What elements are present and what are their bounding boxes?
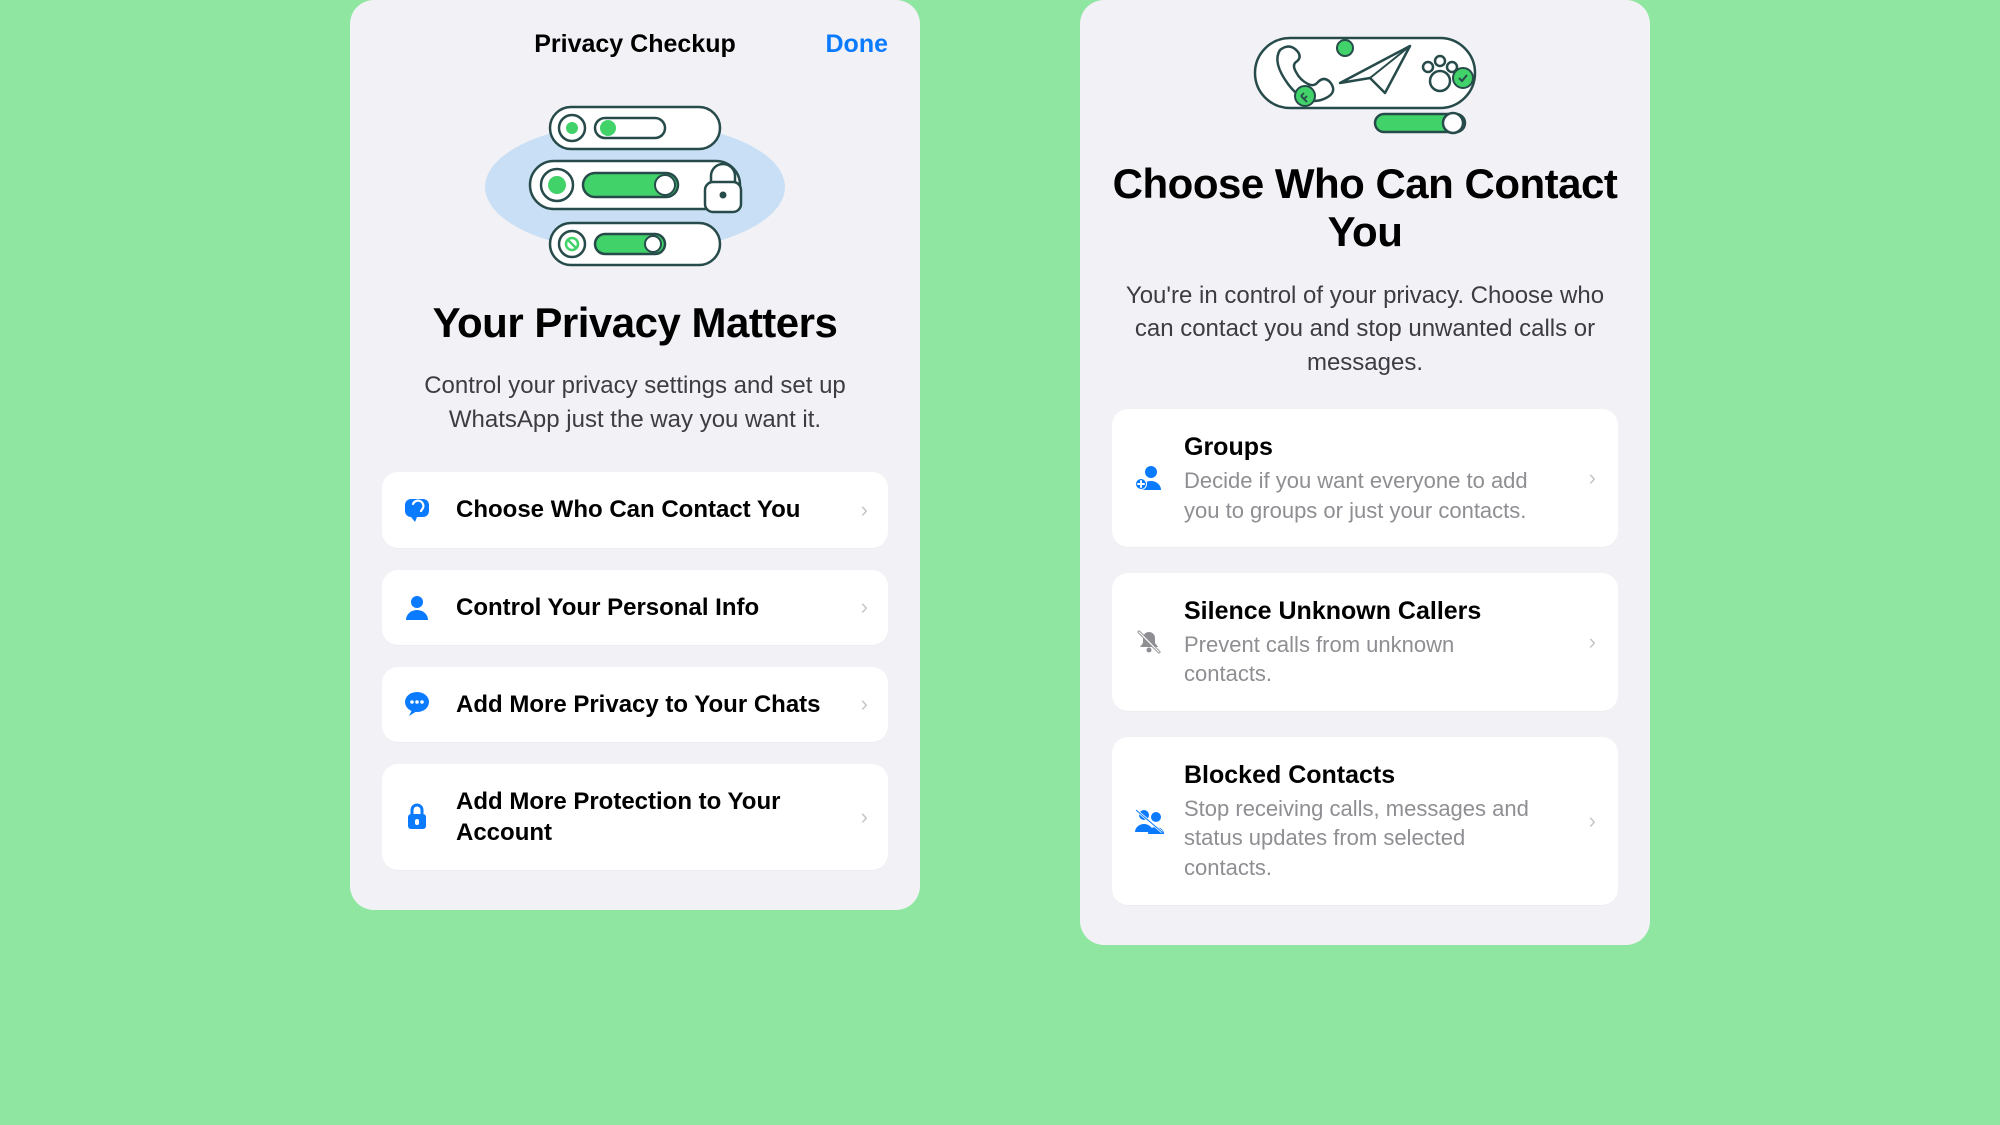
option-desc: Decide if you want everyone to add you t…: [1184, 466, 1544, 525]
done-button[interactable]: Done: [826, 30, 889, 59]
chat-bubble-icon: [402, 689, 432, 719]
page-heading: Choose Who Can Contact You: [1112, 160, 1618, 257]
chevron-right-icon: ›: [1589, 465, 1596, 491]
modal-header: Privacy Checkup Done: [382, 30, 888, 59]
chevron-right-icon: ›: [861, 691, 868, 717]
page-subtitle: You're in control of your privacy. Choos…: [1112, 279, 1618, 380]
option-title: Add More Privacy to Your Chats: [456, 689, 851, 720]
contact-bubble-icon: [402, 495, 432, 525]
option-desc: Stop receiving calls, messages and statu…: [1184, 794, 1544, 883]
header-title: Privacy Checkup: [534, 30, 736, 59]
option-silence-unknown[interactable]: Silence Unknown Callers Prevent calls fr…: [1112, 573, 1618, 711]
chevron-right-icon: ›: [861, 804, 868, 830]
lock-shield-icon: [402, 802, 432, 832]
option-groups[interactable]: Groups Decide if you want everyone to ad…: [1112, 409, 1618, 547]
chevron-right-icon: ›: [861, 594, 868, 620]
option-title: Choose Who Can Contact You: [456, 494, 851, 525]
option-account-protection[interactable]: Add More Protection to Your Account ›: [382, 764, 888, 870]
option-contact-you[interactable]: Choose Who Can Contact You ›: [382, 472, 888, 547]
person-blocked-icon: [1134, 806, 1164, 836]
option-title: Add More Protection to Your Account: [456, 786, 851, 848]
option-title: Silence Unknown Callers: [1184, 595, 1579, 628]
privacy-options-list: Choose Who Can Contact You › Control You…: [382, 472, 888, 870]
contact-options-list: Groups Decide if you want everyone to ad…: [1112, 409, 1618, 904]
option-title: Control Your Personal Info: [456, 592, 851, 623]
bell-slash-icon: [1134, 627, 1164, 657]
option-title: Groups: [1184, 431, 1579, 464]
option-chat-privacy[interactable]: Add More Privacy to Your Chats ›: [382, 667, 888, 742]
privacy-toggles-illustration: [382, 77, 888, 277]
option-personal-info[interactable]: Control Your Personal Info ›: [382, 570, 888, 645]
group-add-icon: [1134, 463, 1164, 493]
chevron-right-icon: ›: [1589, 808, 1596, 834]
contact-you-screen: Choose Who Can Contact You You're in con…: [1080, 0, 1650, 945]
privacy-checkup-screen: Privacy Checkup Done: [350, 0, 920, 910]
page-heading: Your Privacy Matters: [382, 299, 888, 347]
option-desc: Prevent calls from unknown contacts.: [1184, 630, 1544, 689]
option-blocked-contacts[interactable]: Blocked Contacts Stop receiving calls, m…: [1112, 737, 1618, 905]
person-icon: [402, 592, 432, 622]
chevron-right-icon: ›: [1589, 629, 1596, 655]
chevron-right-icon: ›: [861, 497, 868, 523]
page-subtitle: Control your privacy settings and set up…: [382, 369, 888, 436]
contact-illustration: [1112, 18, 1618, 138]
option-title: Blocked Contacts: [1184, 759, 1579, 792]
